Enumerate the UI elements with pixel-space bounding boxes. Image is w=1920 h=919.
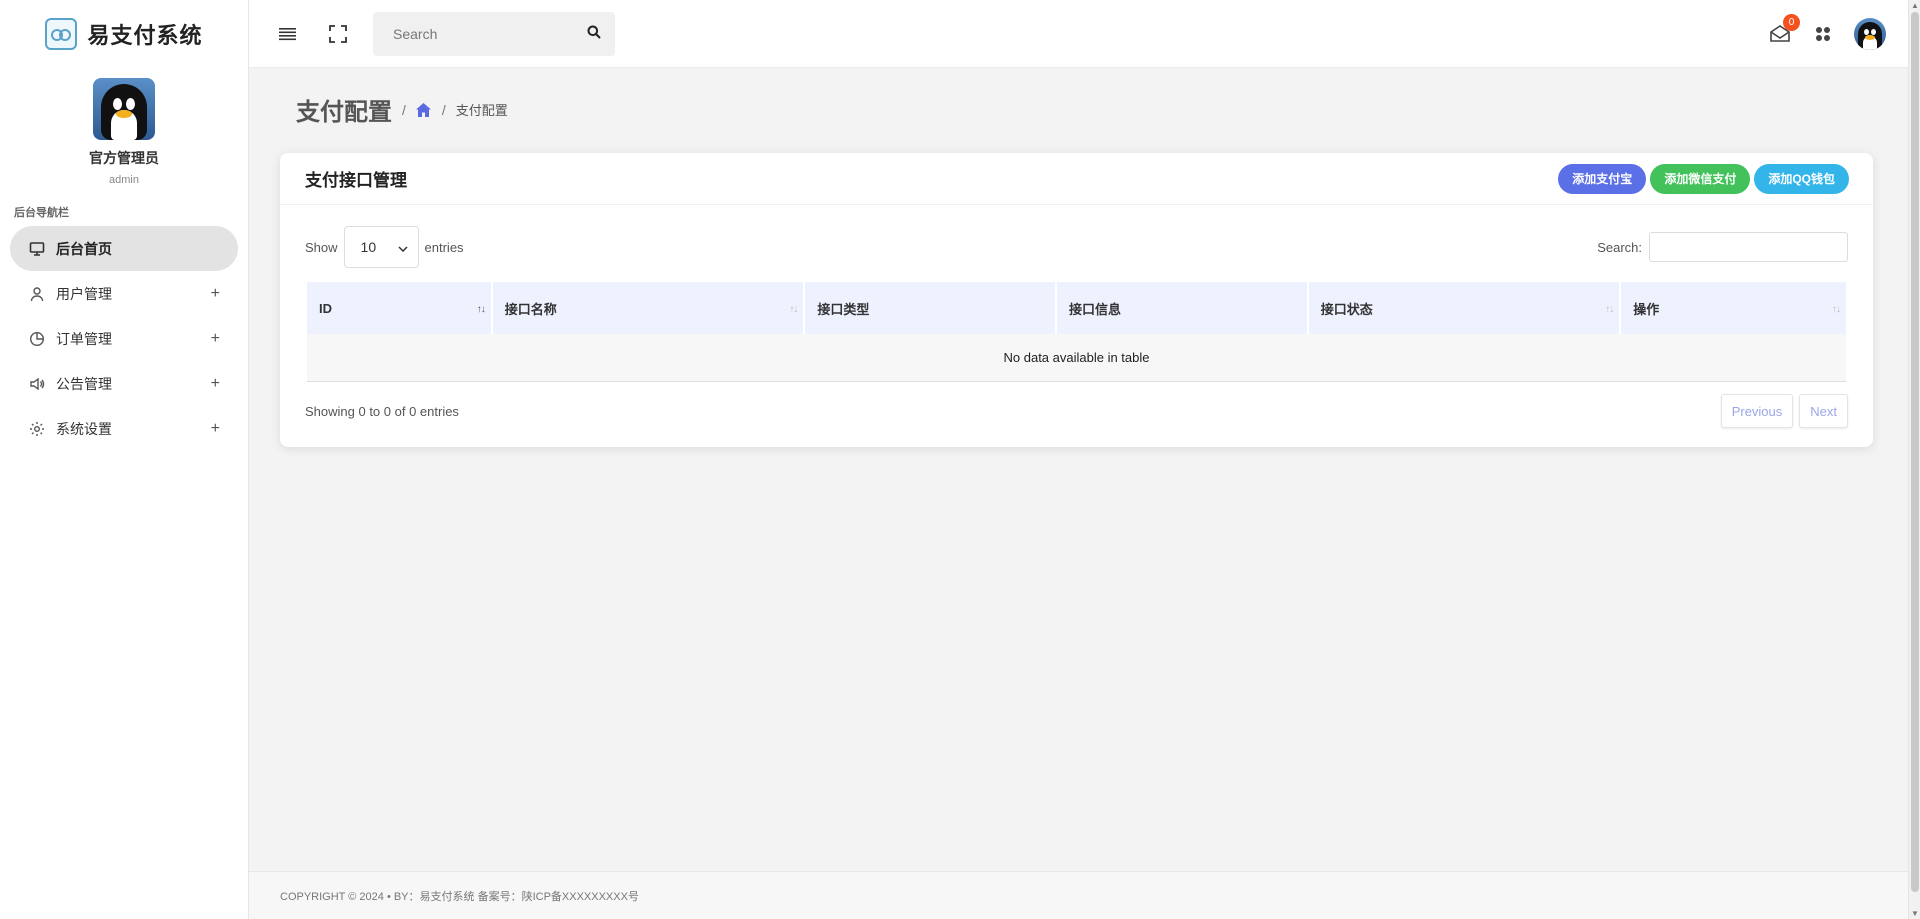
column-header-id[interactable]: ID ↑↓ bbox=[307, 282, 491, 334]
sidebar-item-label: 用户管理 bbox=[56, 285, 112, 302]
table-search-input[interactable] bbox=[1649, 232, 1848, 262]
sort-icon: ↑↓ bbox=[1605, 304, 1614, 315]
plus-icon[interactable]: + bbox=[211, 330, 220, 348]
notification-icon[interactable]: 0 bbox=[1768, 13, 1800, 46]
empty-table-message: No data available in table bbox=[307, 334, 1846, 382]
sidebar-item-label: 订单管理 bbox=[56, 330, 112, 347]
previous-page-button[interactable]: Previous bbox=[1720, 394, 1794, 428]
page-title: 支付配置 bbox=[296, 99, 392, 126]
card-title: 支付接口管理 bbox=[305, 171, 407, 190]
page-length-select[interactable]: 10 bbox=[343, 226, 419, 268]
sidebar-item-settings[interactable]: 系统设置 + bbox=[10, 406, 238, 451]
payment-interface-card: 支付接口管理 添加支付宝 添加微信支付 添加QQ钱包 Show 10 entri… bbox=[280, 153, 1873, 447]
apps-grid-icon[interactable] bbox=[1812, 23, 1834, 45]
payment-interface-table: ID ↑↓ 接口名称 ↑↓ 接口类型 接口信息 接口状态 ↑↓ 操作 ↑↓ No dat… bbox=[305, 282, 1848, 382]
page-length-value: 10 bbox=[360, 239, 377, 255]
plus-icon[interactable]: + bbox=[211, 285, 220, 303]
avatar[interactable] bbox=[93, 78, 155, 140]
sidebar-item-orders[interactable]: 订单管理 + bbox=[10, 316, 238, 361]
add-alipay-button[interactable]: 添加支付宝 bbox=[1558, 163, 1647, 194]
page-header: 支付配置 / / 支付配置 bbox=[296, 92, 508, 127]
scroll-down-icon[interactable]: ▼ bbox=[1911, 909, 1919, 918]
entries-label: entries bbox=[424, 239, 464, 255]
profile-role: admin bbox=[109, 174, 139, 186]
pie-chart-icon bbox=[28, 330, 46, 348]
sidebar-item-label: 公告管理 bbox=[56, 375, 112, 392]
breadcrumb-separator: / bbox=[441, 101, 446, 118]
brand[interactable]: 易支付系统 bbox=[0, 0, 248, 68]
table-row: No data available in table bbox=[307, 334, 1846, 382]
sidebar: 易支付系统 官方管理员 admin 后台导航栏 后台首页 用户管理 + 订单管理… bbox=[0, 0, 249, 919]
sidebar-item-announcements[interactable]: 公告管理 + bbox=[10, 361, 238, 406]
table-toolbar: Show 10 entries Search: bbox=[305, 226, 1848, 268]
app-title: 易支付系统 bbox=[87, 23, 203, 48]
next-page-button[interactable]: Next bbox=[1799, 394, 1848, 428]
copyright-footer: COPYRIGHT © 2024 • BY：易支付系统 备案号：陕ICP备XXX… bbox=[249, 871, 1908, 919]
sidebar-item-label: 后台首页 bbox=[56, 240, 112, 257]
home-icon[interactable] bbox=[415, 102, 432, 118]
page-scrollbar[interactable]: ▲ ▼ bbox=[1908, 0, 1920, 919]
column-header-info: 接口信息 bbox=[1057, 282, 1307, 334]
sidebar-item-users[interactable]: 用户管理 + bbox=[10, 271, 238, 316]
show-label: Show bbox=[305, 239, 338, 255]
column-header-type: 接口类型 bbox=[805, 282, 1056, 334]
sidebar-item-dashboard[interactable]: 后台首页 bbox=[10, 226, 238, 271]
scroll-up-icon[interactable]: ▲ bbox=[1911, 1, 1919, 10]
menu-toggle-icon[interactable] bbox=[277, 23, 299, 45]
gear-icon bbox=[28, 420, 46, 438]
nav-heading: 后台导航栏 bbox=[14, 207, 69, 219]
plus-icon[interactable]: + bbox=[211, 375, 220, 393]
sort-icon: ↑↓ bbox=[1832, 304, 1841, 315]
sort-icon: ↑↓ bbox=[789, 304, 798, 315]
table-info: Showing 0 to 0 of 0 entries bbox=[305, 403, 459, 419]
column-header-actions[interactable]: 操作 ↑↓ bbox=[1621, 282, 1846, 334]
search-input[interactable] bbox=[393, 25, 587, 42]
pagination: Previous Next bbox=[1720, 394, 1848, 428]
add-qq-wallet-button[interactable]: 添加QQ钱包 bbox=[1754, 163, 1849, 194]
chevron-down-icon bbox=[398, 239, 408, 255]
sidebar-item-label: 系统设置 bbox=[56, 420, 112, 437]
speaker-icon bbox=[28, 375, 46, 393]
topbar: 0 bbox=[249, 0, 1908, 68]
sort-icon: ↑↓ bbox=[476, 304, 486, 315]
notification-badge: 0 bbox=[1783, 13, 1800, 31]
user-avatar[interactable] bbox=[1854, 17, 1886, 50]
monitor-icon bbox=[28, 240, 46, 258]
breadcrumb-separator: / bbox=[402, 101, 406, 118]
plus-icon[interactable]: + bbox=[211, 420, 220, 438]
fullscreen-icon[interactable] bbox=[327, 23, 349, 45]
search-bar bbox=[373, 11, 615, 56]
column-header-name[interactable]: 接口名称 ↑↓ bbox=[492, 282, 804, 334]
user-profile: 官方管理员 admin bbox=[0, 68, 248, 186]
profile-name: 官方管理员 bbox=[89, 150, 159, 166]
table-search-label: Search: bbox=[1597, 239, 1642, 255]
search-icon[interactable] bbox=[587, 25, 601, 42]
scrollbar-thumb[interactable] bbox=[1911, 12, 1919, 892]
breadcrumb-current: 支付配置 bbox=[455, 103, 508, 118]
column-header-status[interactable]: 接口状态 ↑↓ bbox=[1308, 282, 1620, 334]
add-wechat-pay-button[interactable]: 添加微信支付 bbox=[1650, 163, 1751, 194]
user-icon bbox=[28, 285, 46, 303]
logo-icon bbox=[45, 18, 78, 50]
